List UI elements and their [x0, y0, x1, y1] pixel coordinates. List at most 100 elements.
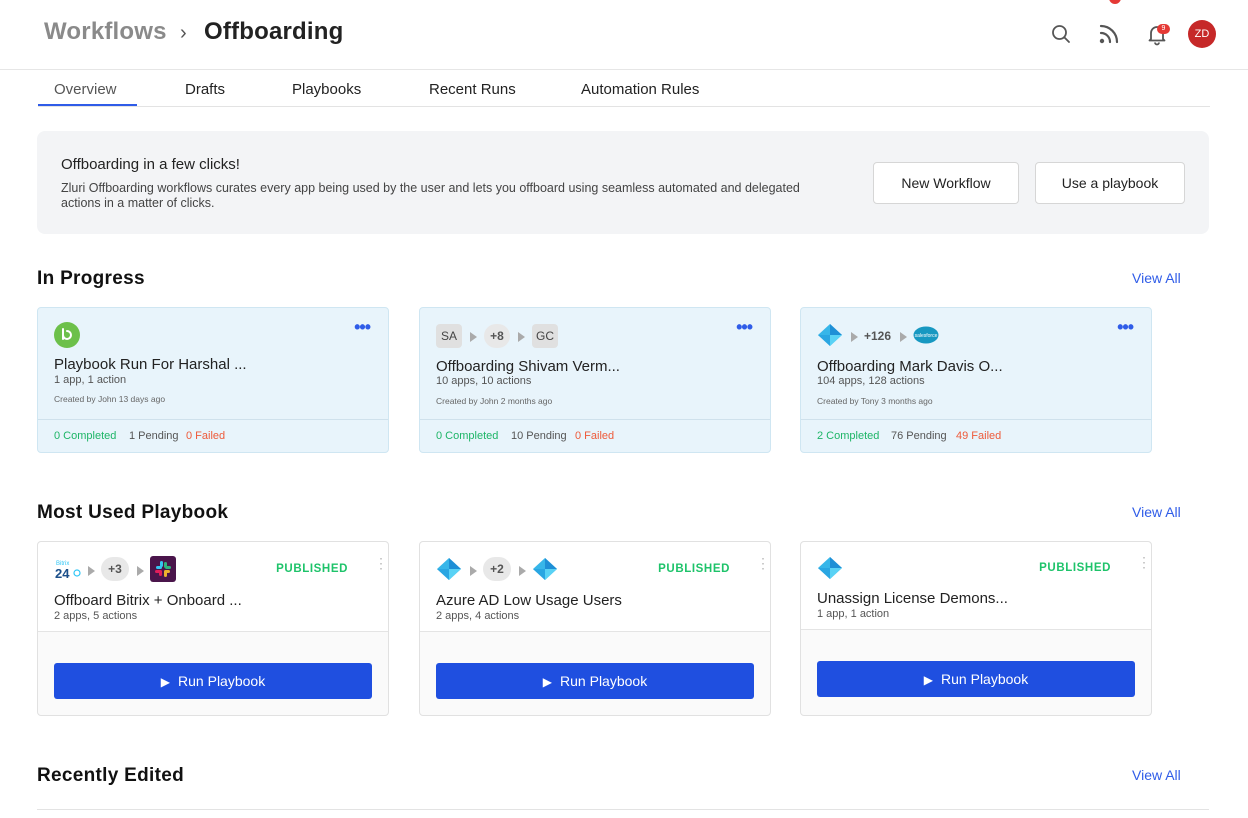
- tab-automation-rules[interactable]: Automation Rules: [581, 81, 699, 98]
- more-apps-count: +2: [483, 557, 511, 581]
- search-icon[interactable]: [1049, 22, 1073, 46]
- tab-bar: Overview Drafts Playbooks Recent Runs Au…: [38, 70, 1210, 107]
- card-created-by: Created by Tony 3 months ago: [817, 396, 933, 406]
- arrow-icon: [519, 566, 526, 576]
- run-playbook-label: Run Playbook: [178, 673, 266, 689]
- in-progress-card[interactable]: SA +8 GC ••• Offboarding Shivam Verm... …: [419, 307, 771, 453]
- banner-description: Zluri Offboarding workflows curates ever…: [61, 181, 800, 210]
- arrow-icon: [900, 332, 907, 342]
- avatar[interactable]: ZD: [1188, 20, 1216, 48]
- bitrix-icon-number: 24: [55, 566, 70, 581]
- pending-count: 1 Pending: [129, 430, 179, 442]
- salesforce-label: salesforce: [915, 333, 938, 339]
- card-title: Unassign License Demons...: [817, 590, 1008, 607]
- recently-edited-title: Recently Edited: [37, 765, 185, 786]
- published-badge: PUBLISHED: [658, 563, 730, 575]
- section-divider: [37, 809, 1209, 810]
- playbook-card[interactable]: +2 PUBLISHED ⋮ Azure AD Low Usage Users …: [419, 541, 771, 716]
- banner-title: Offboarding in a few clicks!: [61, 156, 240, 173]
- status-dot: [1109, 0, 1121, 4]
- playbook-card[interactable]: Bitrix 24 +3 PUBLISHED ⋮ Offboard Bitrix…: [37, 541, 389, 716]
- top-header: Workflows › Offboarding 9 ZD: [0, 0, 1248, 70]
- run-playbook-button[interactable]: ▶ Run Playbook: [817, 661, 1135, 697]
- playbook-card-header: PUBLISHED ⋮ Unassign License Demons... 1…: [801, 542, 1151, 630]
- in-progress-card[interactable]: +126 salesforce ••• Offboarding Mark Dav…: [800, 307, 1152, 453]
- bitrix24-icon: Bitrix 24: [54, 558, 82, 582]
- arrow-icon: [851, 332, 858, 342]
- use-playbook-button[interactable]: Use a playbook: [1035, 162, 1185, 204]
- feed-icon[interactable]: [1097, 22, 1121, 46]
- user-chip: SA: [436, 324, 462, 348]
- more-apps-count: +3: [101, 557, 129, 581]
- card-title: Azure AD Low Usage Users: [436, 592, 622, 609]
- recently-edited-view-all-link[interactable]: View All: [1132, 767, 1181, 783]
- completed-count: 0 Completed: [54, 430, 117, 442]
- kebab-menu-icon[interactable]: ⋮: [756, 556, 770, 570]
- azure-ad-icon: [817, 556, 843, 580]
- card-summary: 104 apps, 128 actions: [817, 375, 925, 387]
- playbook-card[interactable]: PUBLISHED ⋮ Unassign License Demons... 1…: [800, 541, 1152, 716]
- failed-count: 0 Failed: [575, 430, 615, 442]
- more-options-icon[interactable]: •••: [354, 318, 371, 336]
- playbook-card-header: Bitrix 24 +3 PUBLISHED ⋮ Offboard Bitrix…: [38, 542, 388, 632]
- slack-icon: [150, 556, 176, 582]
- active-tab-indicator: [38, 104, 137, 106]
- published-badge: PUBLISHED: [1039, 562, 1111, 574]
- in-progress-title: In Progress: [37, 268, 145, 289]
- azure-ad-icon: [532, 557, 558, 581]
- tab-recent-runs[interactable]: Recent Runs: [429, 81, 516, 98]
- arrow-icon: [470, 332, 477, 342]
- playbook-card-header: +2 PUBLISHED ⋮ Azure AD Low Usage Users …: [420, 542, 770, 632]
- salesforce-icon: salesforce: [913, 325, 939, 345]
- card-title: Offboarding Mark Davis O...: [817, 358, 1003, 375]
- notification-badge: 9: [1157, 24, 1170, 34]
- bamboohr-icon: [54, 322, 80, 348]
- card-status-footer: 2 Completed 76 Pending 49 Failed: [801, 419, 1151, 452]
- pending-count: 76 Pending: [891, 430, 947, 442]
- breadcrumb-workflows[interactable]: Workflows: [44, 18, 167, 46]
- more-options-icon[interactable]: •••: [1117, 318, 1134, 336]
- play-icon: ▶: [542, 675, 553, 689]
- arrow-icon: [470, 566, 477, 576]
- published-badge: PUBLISHED: [276, 563, 348, 575]
- play-icon: ▶: [923, 673, 934, 687]
- card-summary: 2 apps, 4 actions: [436, 610, 520, 622]
- failed-count: 0 Failed: [186, 430, 226, 442]
- page-title: Offboarding: [204, 18, 344, 45]
- in-progress-card[interactable]: ••• Playbook Run For Harshal ... 1 app, …: [37, 307, 389, 453]
- card-summary: 10 apps, 10 actions: [436, 375, 532, 387]
- breadcrumb-separator: ›: [180, 22, 187, 44]
- tab-playbooks[interactable]: Playbooks: [292, 81, 361, 98]
- user-chip: GC: [532, 324, 558, 348]
- failed-count: 49 Failed: [956, 430, 1002, 442]
- pending-count: 10 Pending: [511, 430, 567, 442]
- new-workflow-button[interactable]: New Workflow: [873, 162, 1019, 204]
- card-title: Offboard Bitrix + Onboard ...: [54, 592, 242, 609]
- card-title: Offboarding Shivam Verm...: [436, 358, 620, 375]
- kebab-menu-icon[interactable]: ⋮: [1137, 555, 1151, 569]
- card-summary: 2 apps, 5 actions: [54, 610, 138, 622]
- run-playbook-label: Run Playbook: [941, 671, 1029, 687]
- run-playbook-button[interactable]: ▶ Run Playbook: [436, 663, 754, 699]
- arrow-icon: [88, 566, 95, 576]
- tab-drafts[interactable]: Drafts: [185, 81, 225, 98]
- more-apps-count: +8: [484, 324, 510, 348]
- card-summary: 1 app, 1 action: [817, 608, 890, 620]
- card-created-by: Created by John 13 days ago: [54, 394, 166, 404]
- card-status-footer: 0 Completed 10 Pending 0 Failed: [420, 419, 770, 452]
- card-summary: 1 app, 1 action: [54, 374, 127, 386]
- in-progress-view-all-link[interactable]: View All: [1132, 270, 1181, 286]
- most-used-view-all-link[interactable]: View All: [1132, 504, 1181, 520]
- more-options-icon[interactable]: •••: [736, 318, 753, 336]
- arrow-icon: [137, 566, 144, 576]
- more-apps-count: +126: [864, 329, 892, 343]
- azure-ad-icon: [817, 323, 843, 347]
- tab-overview[interactable]: Overview: [54, 81, 117, 98]
- card-status-footer: 0 Completed 1 Pending 0 Failed: [38, 419, 388, 452]
- completed-count: 2 Completed: [817, 430, 880, 442]
- offboarding-banner: Offboarding in a few clicks! Zluri Offbo…: [37, 131, 1209, 234]
- run-playbook-button[interactable]: ▶ Run Playbook: [54, 663, 372, 699]
- kebab-menu-icon[interactable]: ⋮: [374, 556, 388, 570]
- card-title: Playbook Run For Harshal ...: [54, 356, 247, 373]
- play-icon: ▶: [160, 675, 171, 689]
